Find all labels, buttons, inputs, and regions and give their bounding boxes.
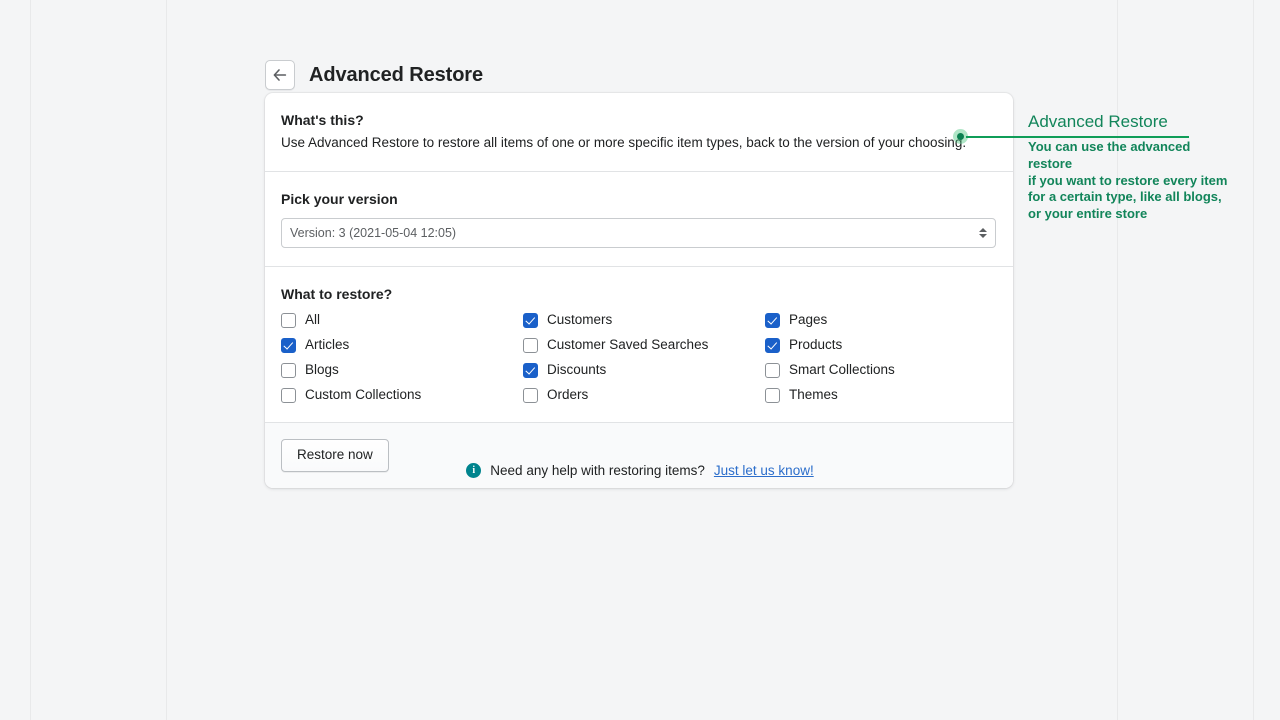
checkbox-item-discounts[interactable]: Discounts (523, 361, 765, 379)
checkbox-item-articles[interactable]: Articles (281, 336, 523, 354)
what-to-restore-section: What to restore? All Customers Pages Art… (265, 266, 1013, 422)
checkbox-item-pages[interactable]: Pages (765, 311, 997, 329)
checkbox-label: Discounts (547, 361, 606, 379)
annotation-line-3: for a certain type, like all blogs, (1028, 189, 1228, 206)
checkbox-label: Themes (789, 386, 838, 404)
checkbox-box[interactable] (281, 313, 296, 328)
annotation-title: Advanced Restore (1028, 110, 1228, 134)
card-footer: Restore now (265, 422, 1013, 488)
checkbox-box[interactable] (281, 363, 296, 378)
checkbox-box[interactable] (523, 363, 538, 378)
version-select-wrapper: Version: 3 (2021-05-04 12:05) (281, 218, 996, 248)
checkbox-label: Custom Collections (305, 386, 421, 404)
help-text: Need any help with restoring items? (490, 463, 705, 478)
checkbox-label: All (305, 311, 320, 329)
restore-items-grid: All Customers Pages Articles Customer Sa… (281, 311, 997, 404)
background-rule-2 (166, 0, 167, 720)
checkbox-item-all[interactable]: All (281, 311, 523, 329)
checkbox-item-customer-saved-searches[interactable]: Customer Saved Searches (523, 336, 765, 354)
background-rule-3 (1117, 0, 1118, 720)
checkbox-label: Articles (305, 336, 349, 354)
checkbox-box[interactable] (281, 338, 296, 353)
whats-this-title: What's this? (281, 110, 997, 130)
checkbox-label: Blogs (305, 361, 339, 379)
help-line: i Need any help with restoring items? Ju… (0, 463, 1280, 478)
arrow-left-icon (272, 67, 288, 83)
checkbox-label: Customers (547, 311, 612, 329)
checkbox-box[interactable] (523, 338, 538, 353)
pick-version-label: Pick your version (281, 189, 997, 209)
checkbox-item-products[interactable]: Products (765, 336, 997, 354)
checkbox-label: Customer Saved Searches (547, 336, 708, 354)
checkbox-box[interactable] (765, 363, 780, 378)
annotation-line-1: You can use the advanced restore (1028, 139, 1228, 173)
checkbox-item-orders[interactable]: Orders (523, 386, 765, 404)
annotation-body: Advanced Restore You can use the advance… (1028, 110, 1228, 223)
checkbox-item-smart-collections[interactable]: Smart Collections (765, 361, 997, 379)
checkbox-label: Pages (789, 311, 827, 329)
checkbox-item-customers[interactable]: Customers (523, 311, 765, 329)
page-title: Advanced Restore (309, 65, 483, 85)
checkbox-item-blogs[interactable]: Blogs (281, 361, 523, 379)
checkbox-label: Products (789, 336, 842, 354)
checkbox-box[interactable] (765, 388, 780, 403)
version-select[interactable]: Version: 3 (2021-05-04 12:05) (281, 218, 996, 248)
what-to-restore-heading: What to restore? (281, 284, 997, 304)
checkbox-label: Smart Collections (789, 361, 895, 379)
checkbox-box[interactable] (281, 388, 296, 403)
checkbox-item-custom-collections[interactable]: Custom Collections (281, 386, 523, 404)
checkbox-item-themes[interactable]: Themes (765, 386, 997, 404)
checkbox-box[interactable] (765, 313, 780, 328)
checkbox-box[interactable] (523, 388, 538, 403)
background-rule-4 (1253, 0, 1254, 720)
checkbox-label: Orders (547, 386, 588, 404)
background-rule-1 (30, 0, 31, 720)
info-icon: i (466, 463, 481, 478)
checkbox-box[interactable] (523, 313, 538, 328)
page-header: Advanced Restore (265, 52, 483, 99)
back-button[interactable] (265, 60, 295, 90)
whats-this-description: Use Advanced Restore to restore all item… (281, 133, 997, 153)
pick-version-section: Pick your version Version: 3 (2021-05-04… (265, 171, 1013, 266)
annotation-line-4: or your entire store (1028, 206, 1228, 223)
annotation-line-2: if you want to restore every item (1028, 173, 1228, 190)
contact-support-link[interactable]: Just let us know! (714, 463, 814, 478)
whats-this-section: What's this? Use Advanced Restore to res… (265, 93, 1013, 171)
checkbox-box[interactable] (765, 338, 780, 353)
advanced-restore-card: What's this? Use Advanced Restore to res… (265, 93, 1013, 488)
